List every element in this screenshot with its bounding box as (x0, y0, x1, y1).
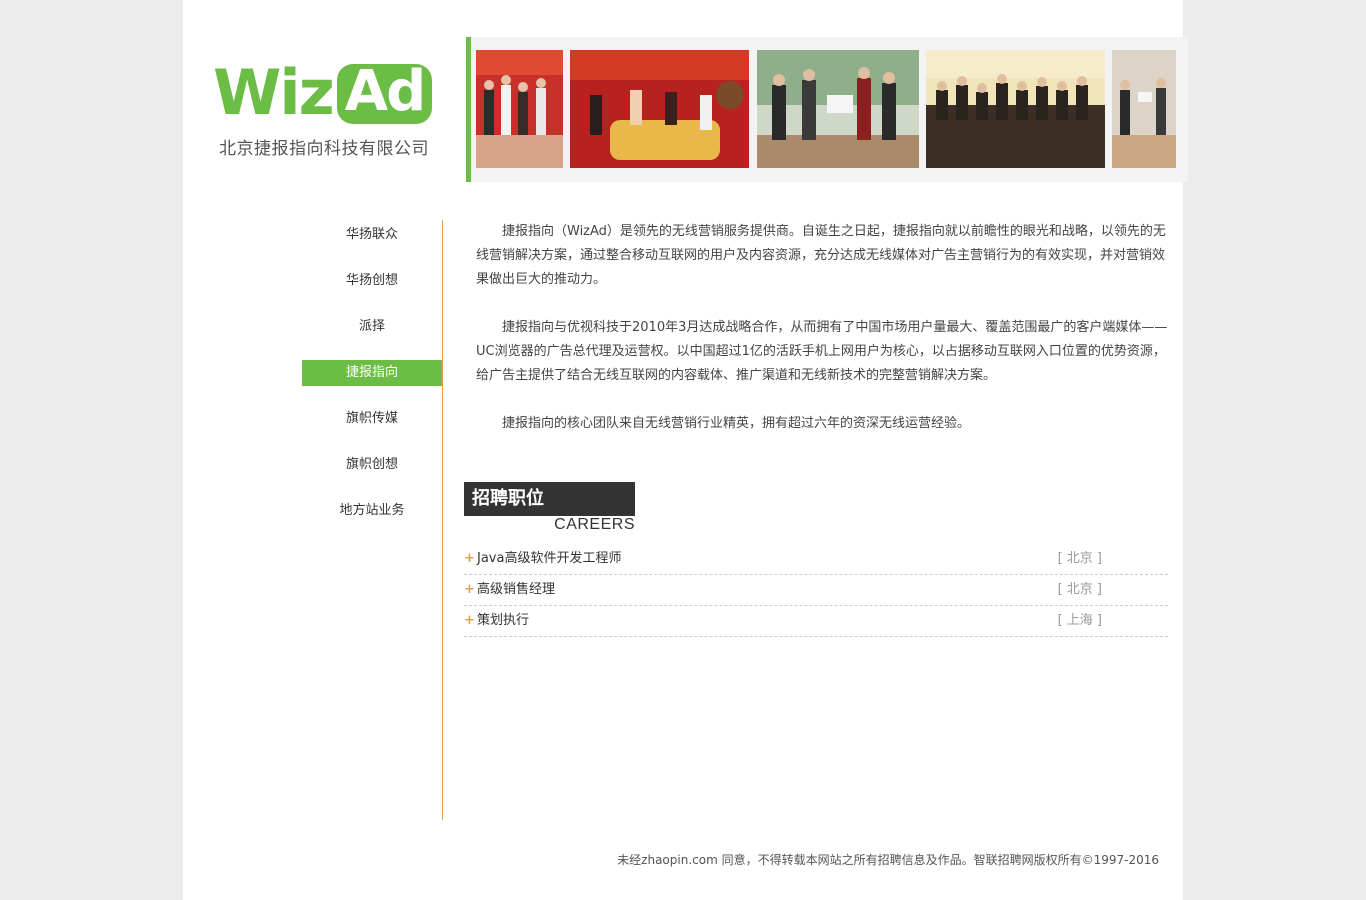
intro-paragraph-2: 捷报指向与优视科技于2010年3月达成战略合作，从而拥有了中国市场用户量最大、覆… (476, 320, 1168, 383)
job-list: + Java高级软件开发工程师 [ 北京 ] + 高级销售经理 [ 北京 ] +… (464, 544, 1168, 637)
logo-wordmark: Wiz Ad (213, 58, 443, 124)
logo[interactable]: Wiz Ad 北京捷报指向科技有限公司 (213, 58, 443, 159)
copyright-footer: 未经zhaopin.com 同意，不得转载本网站之所有招聘信息及作品。智联招聘网… (617, 853, 1159, 867)
company-intro: 捷报指向（WizAd）是领先的无线营销服务提供商。自诞生之日起，捷报指向就以前瞻… (476, 220, 1168, 460)
job-location: [ 北京 ] (1057, 551, 1102, 566)
team-photo-5 (1112, 50, 1176, 168)
job-location: [ 上海 ] (1057, 613, 1102, 628)
photo-banner (466, 37, 1188, 182)
job-title[interactable]: 策划执行 (477, 606, 529, 636)
plus-icon: + (464, 613, 475, 628)
nav-item-regional-business[interactable]: 地方站业务 (302, 498, 442, 524)
company-name: 北京捷报指向科技有限公司 (219, 139, 429, 159)
plus-icon: + (464, 551, 475, 566)
plus-icon: + (464, 582, 475, 597)
job-row[interactable]: + 高级销售经理 [ 北京 ] (464, 575, 1168, 606)
intro-paragraph-1: 捷报指向（WizAd）是领先的无线营销服务提供商。自诞生之日起，捷报指向就以前瞻… (476, 224, 1166, 287)
nav-item-jiebao-zhixiang[interactable]: 捷报指向 (302, 360, 442, 386)
team-photo-1 (476, 50, 563, 168)
logo-wiz-text: Wiz (213, 56, 335, 129)
careers-title-en: CAREERS (554, 516, 635, 533)
team-photo-3 (757, 50, 919, 168)
team-photo-4 (926, 50, 1105, 168)
nav-item-huayang-lianzhong[interactable]: 华扬联众 (302, 222, 442, 248)
careers-heading: 招聘职位 CAREERS (464, 482, 635, 536)
nav-item-qizhi-chuangxiang[interactable]: 旗帜创想 (302, 452, 442, 478)
page: Wiz Ad 北京捷报指向科技有限公司 华扬联众 华扬创想 派择 捷报指向 旗帜… (183, 0, 1188, 900)
nav-divider (442, 220, 443, 820)
side-nav: 华扬联众 华扬创想 派择 捷报指向 旗帜传媒 旗帜创想 地方站业务 (302, 222, 442, 544)
logo-ad-text: Ad (336, 64, 433, 124)
job-location: [ 北京 ] (1057, 582, 1102, 597)
nav-item-qizhi-chuanmei[interactable]: 旗帜传媒 (302, 406, 442, 432)
intro-paragraph-3: 捷报指向的核心团队来自无线营销行业精英，拥有超过六年的资深无线运营经验。 (502, 416, 971, 431)
job-row[interactable]: + Java高级软件开发工程师 [ 北京 ] (464, 544, 1168, 575)
job-row[interactable]: + 策划执行 [ 上海 ] (464, 606, 1168, 637)
job-title[interactable]: Java高级软件开发工程师 (477, 544, 621, 574)
job-title[interactable]: 高级销售经理 (477, 575, 555, 605)
nav-item-paize[interactable]: 派择 (302, 314, 442, 340)
team-photo-2 (570, 50, 749, 168)
nav-item-huayang-chuangxiang[interactable]: 华扬创想 (302, 268, 442, 294)
careers-title-zh: 招聘职位 (464, 482, 635, 516)
